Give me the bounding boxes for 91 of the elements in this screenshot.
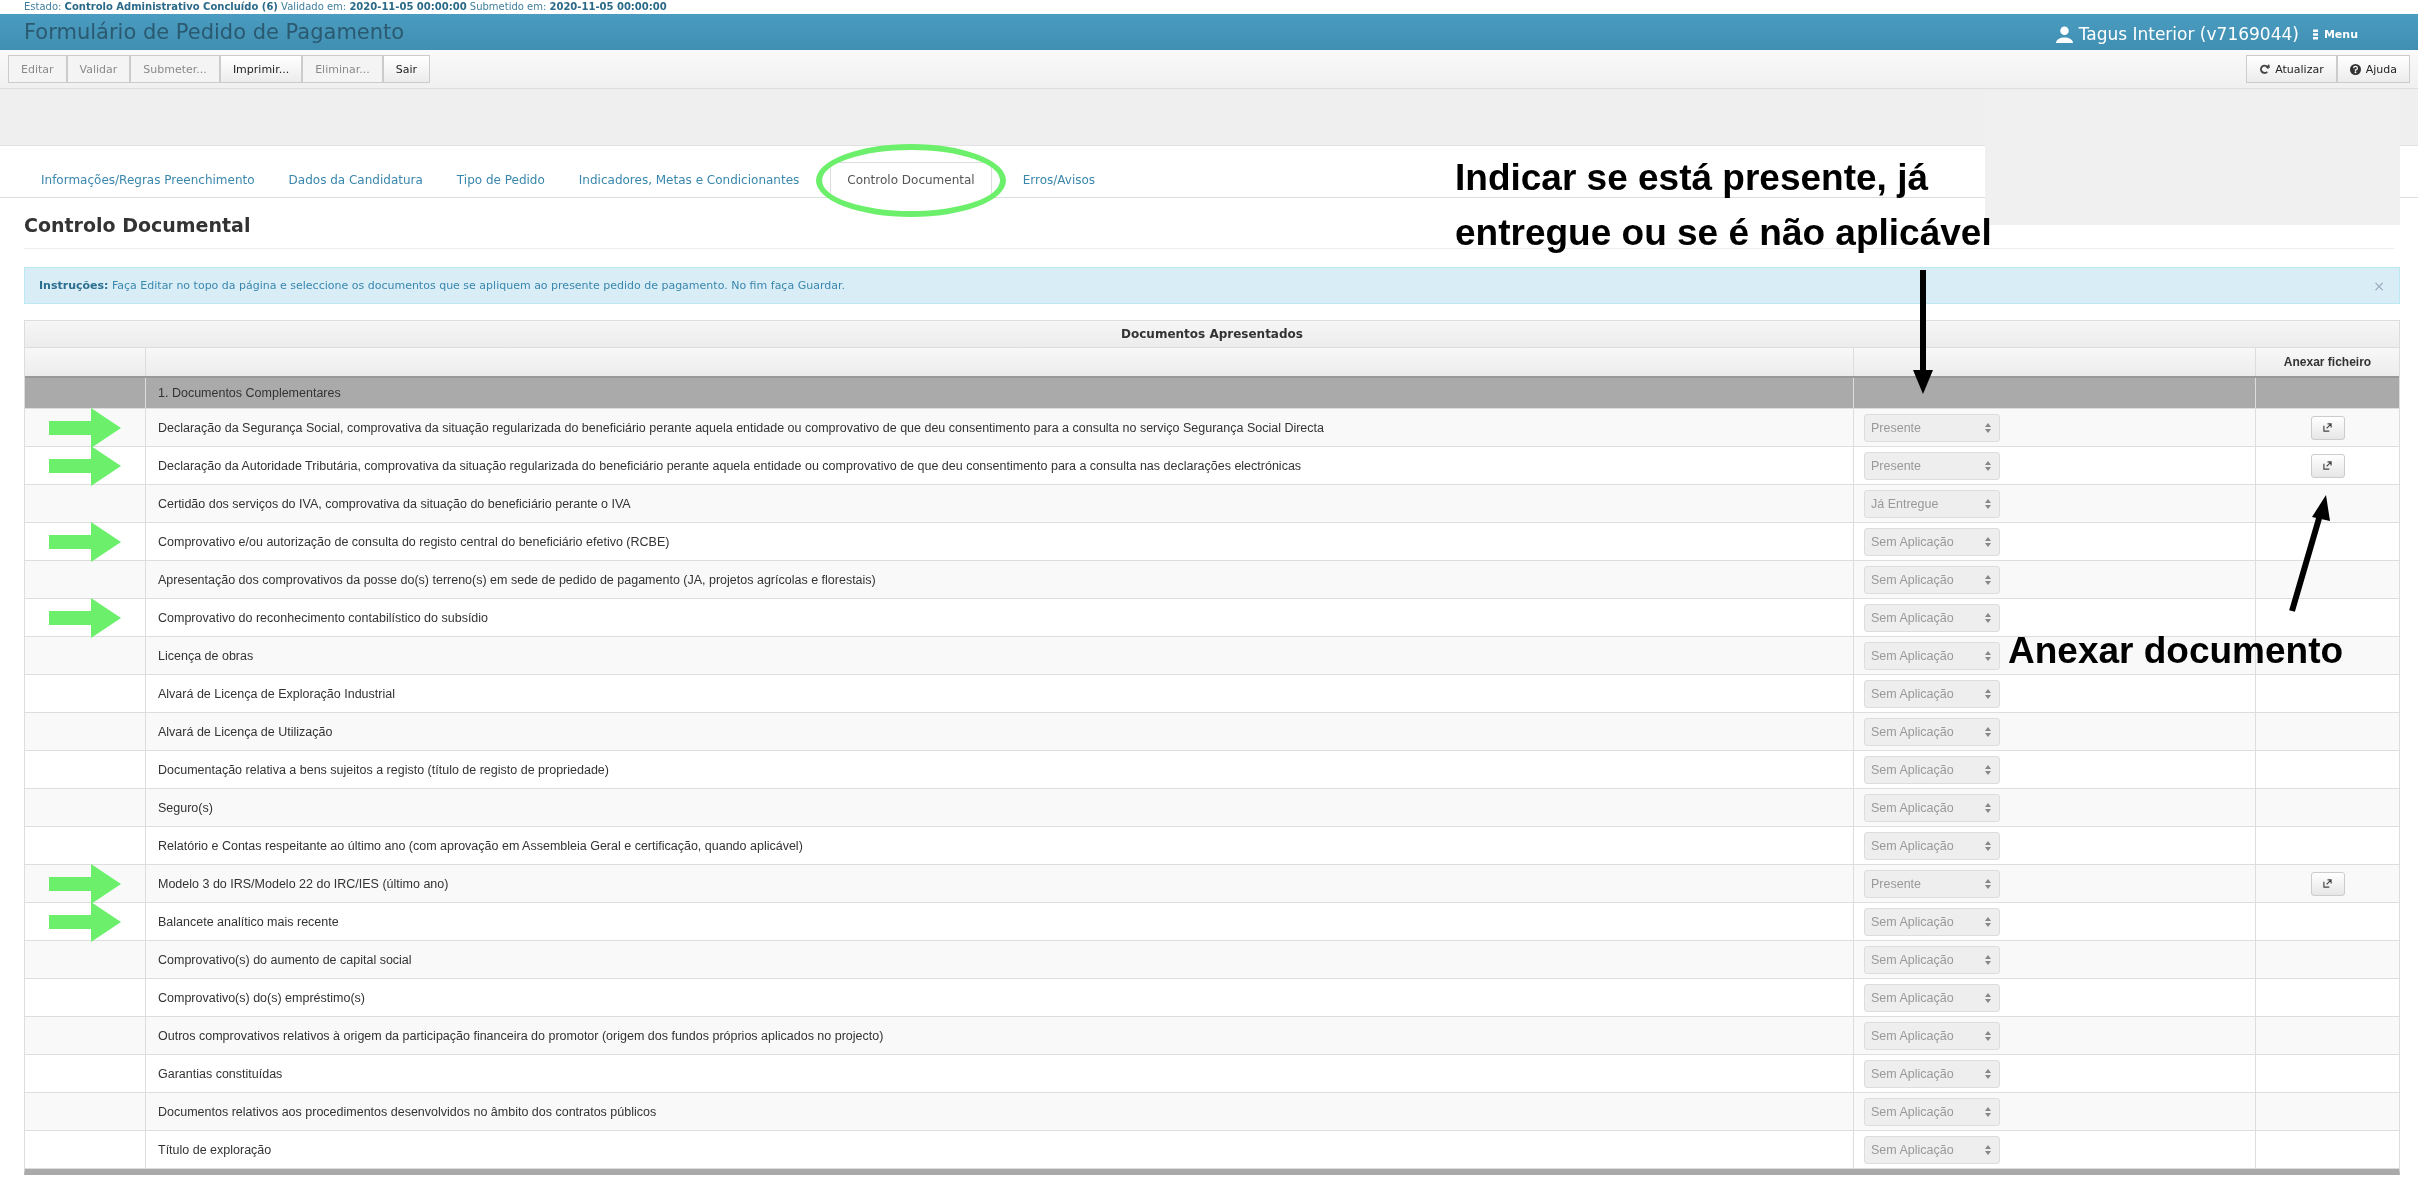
status-dropdown[interactable]: Sem Aplicação [1864, 641, 2000, 670]
status-dropdown[interactable]: Sem Aplicação [1864, 1135, 2000, 1164]
tab[interactable]: Erros/Avisos [1005, 162, 1113, 197]
updown-icon [1985, 992, 1991, 1003]
status-dropdown[interactable]: Sem Aplicação [1864, 565, 2000, 594]
status-dropdown[interactable]: Sem Aplicação [1864, 755, 2000, 784]
menu-icon[interactable] [2312, 28, 2318, 40]
updown-icon [1985, 612, 1991, 623]
table-cell: Documentos relativos aos procedimentos desenvolvidos no âmbito dos contratos públicos [146, 1093, 1854, 1130]
tab[interactable]: Tipo de Pedido [439, 162, 562, 197]
toolbar-button[interactable]: Imprimir... [219, 55, 303, 83]
attach-button[interactable] [2310, 415, 2345, 440]
updown-icon [1985, 688, 1991, 699]
table-cell: Declaração da Autoridade Tributária, comprovativa da situação regularizada do beneficiário perante aquela entidade ou comprovativo de que deu consentimento para a consulta nas declarações electrónicas [146, 447, 1854, 484]
updown-icon [1985, 954, 1991, 965]
table-cell: Licença de obras [146, 637, 1854, 674]
status-dropdown[interactable]: Sem Aplicação [1864, 1097, 2000, 1126]
attach-button[interactable] [2310, 453, 2345, 478]
status-line: Estado: Controlo Administrativo Concluído (6) Validado em: 2020-11-05 00:00:00 Submetido em: 2020-11-05 00:00:00 [24, 0, 667, 13]
updown-icon [1985, 1144, 1991, 1155]
updown-icon [1985, 1106, 1991, 1117]
table-cell: Título de exploração [146, 1131, 1854, 1168]
tab[interactable]: Indicadores, Metas e Condicionantes [561, 162, 817, 197]
tab[interactable]: Informações/Regras Preenchimento [24, 162, 272, 197]
table-cell: Comprovativo do reconhecimento contabilístico do subsídio [146, 599, 1854, 636]
updown-icon [1985, 536, 1991, 547]
table-cell: Outros comprovativos relativos à origem da participação financeira do promotor (origem dos fundos próprios aplicados no projecto) [146, 1017, 1854, 1054]
instructions-text: Instruções: Faça Editar no topo da página e seleccione os documentos que se apliquem ao presente pedido de pagamento. No fim faça Guardar. [39, 279, 845, 292]
status-dropdown[interactable]: Presente [1864, 451, 2000, 480]
annotation-text: Anexar documento [2008, 629, 2344, 673]
table-cell: Seguro(s) [146, 789, 1854, 826]
page-title: Formulário de Pedido de Pagamento [24, 19, 405, 45]
table-cell: Declaração da Segurança Social, comprovativa da situação regularizada do beneficiário perante aquela entidade ou comprovativo de que deu consentimento para a consulta no serviço Segurança Social Directa [146, 409, 1854, 446]
updown-icon [1985, 802, 1991, 813]
status-dropdown[interactable]: Sem Aplicação [1864, 831, 2000, 860]
updown-icon [1985, 764, 1991, 775]
column-header: Anexar ficheiro [2282, 354, 2373, 371]
status-dropdown[interactable]: Sem Aplicação [1864, 945, 2000, 974]
toolbar-button[interactable]: Ajuda [2336, 55, 2410, 83]
annotation-text: Indicar se está presente, já entregue ou se é não aplicável [1455, 156, 1993, 255]
tab[interactable]: Dados da Candidatura [271, 162, 440, 197]
updown-icon [1985, 422, 1991, 433]
updown-icon [1985, 650, 1991, 661]
updown-icon [1985, 726, 1991, 737]
external-link-icon [2323, 423, 2332, 432]
table-cell: Certidão dos serviços do IVA, comprovativa da situação do beneficiário perante o IVA [146, 485, 1854, 522]
status-dropdown[interactable]: Sem Aplicação [1864, 907, 2000, 936]
table-cell: Comprovativo e/ou autorização de consulta do registo central do beneficiário efetivo (RCBE) [146, 523, 1854, 560]
status-dropdown[interactable]: Presente [1864, 413, 2000, 442]
external-link-icon [2323, 461, 2332, 470]
table-cell: Garantias constituídas [146, 1055, 1854, 1092]
toolbar-button[interactable]: Sair [382, 55, 431, 83]
table-cell: Documentação relativa a bens sujeitos a registo (título de registo de propriedade) [146, 751, 1854, 788]
tab[interactable]: Controlo Documental [830, 162, 992, 198]
attach-button[interactable] [2310, 871, 2345, 896]
status-dropdown[interactable]: Presente [1864, 869, 2000, 898]
status-dropdown[interactable]: Sem Aplicação [1864, 717, 2000, 746]
table-cell: Comprovativo(s) do(s) empréstimo(s) [146, 979, 1854, 1016]
help-icon [2349, 63, 2361, 75]
group-header: 1. Documentos Complementares [146, 378, 1854, 408]
user-name[interactable]: Tagus Interior (v7169044) [2078, 24, 2299, 44]
status-dropdown[interactable]: Sem Aplicação [1864, 793, 2000, 822]
status-dropdown[interactable]: Sem Aplicação [1864, 1021, 2000, 1050]
status-dropdown[interactable]: Sem Aplicação [1864, 679, 2000, 708]
table-cell: Alvará de Licença de Utilização [146, 713, 1854, 750]
table-cell: Modelo 3 do IRS/Modelo 22 do IRC/IES (último ano) [146, 865, 1854, 902]
updown-icon [1985, 460, 1991, 471]
status-dropdown[interactable]: Sem Aplicação [1864, 527, 2000, 556]
updown-icon [1985, 1030, 1991, 1041]
status-dropdown[interactable]: Sem Aplicação [1864, 983, 2000, 1012]
menu-link[interactable]: Menu [2323, 27, 2358, 41]
table-cell: Apresentação dos comprovativos da posse do(s) terreno(s) em sede de pedido de pagamento (JA, projetos agrícolas e florestais) [146, 561, 1854, 598]
table-cell: Alvará de Licença de Exploração Industrial [146, 675, 1854, 712]
updown-icon [1985, 878, 1991, 889]
updown-icon [1985, 498, 1991, 509]
table-cell: Comprovativo(s) do aumento de capital social [146, 941, 1854, 978]
user-icon [2055, 25, 2073, 43]
status-dropdown[interactable]: Já Entregue [1864, 489, 2000, 518]
external-link-icon [2323, 879, 2332, 888]
updown-icon [1985, 916, 1991, 927]
updown-icon [1985, 574, 1991, 585]
table-cell: Relatório e Contas respeitante ao último ano (com aprovação em Assembleia Geral e certificação, quando aplicável) [146, 827, 1854, 864]
status-dropdown[interactable]: Sem Aplicação [1864, 1059, 2000, 1088]
table-title: Documentos Apresentados [25, 321, 2399, 348]
updown-icon [1985, 1068, 1991, 1079]
table-cell: Balancete analítico mais recente [146, 903, 1854, 940]
close-icon[interactable]: × [2373, 279, 2385, 292]
toolbar-button[interactable]: Atualizar [2246, 55, 2337, 83]
status-dropdown[interactable]: Sem Aplicação [1864, 603, 2000, 632]
refresh-icon [2259, 63, 2271, 75]
updown-icon [1985, 840, 1991, 851]
